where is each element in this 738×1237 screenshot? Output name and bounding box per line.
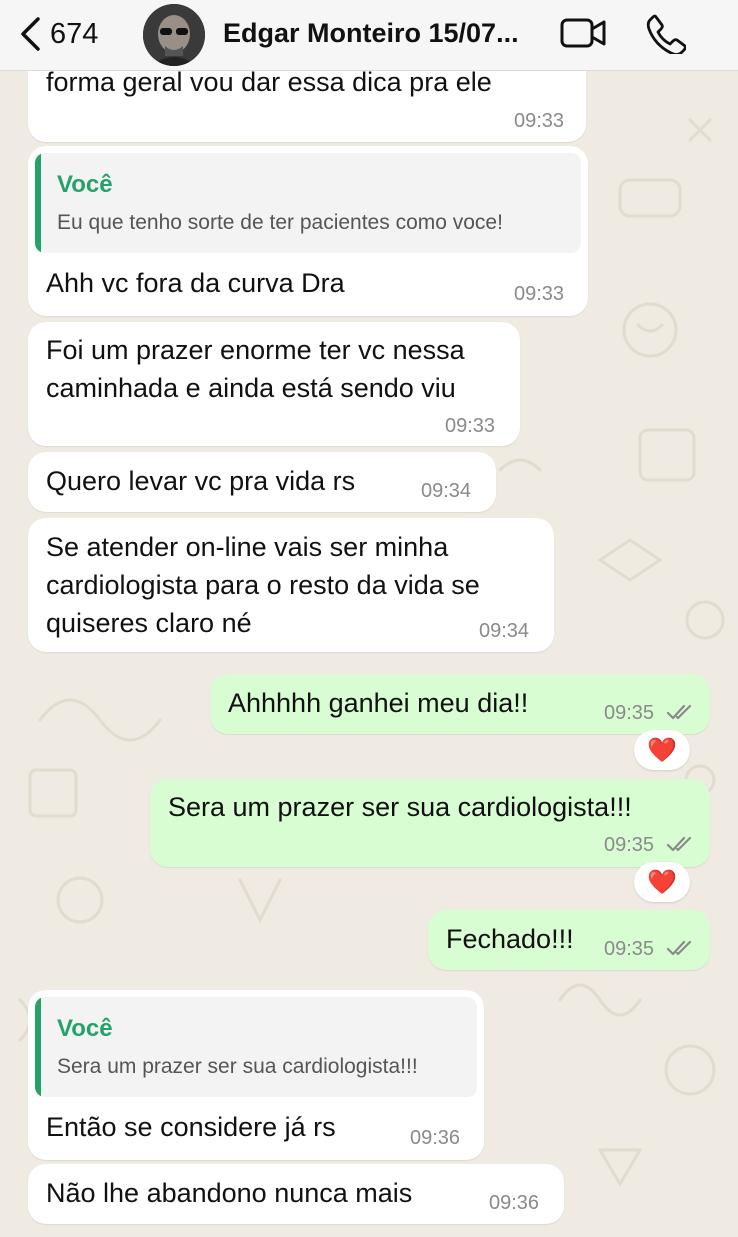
quoted-message[interactable]: Você Sera um prazer ser sua cardiologist…: [35, 997, 477, 1097]
message-text: Sera um prazer ser sua cardiologista!!!: [168, 792, 632, 822]
message-text-line: cardiologista para o resto da vida se: [46, 570, 480, 600]
message-time: 09:35: [604, 938, 655, 960]
video-call-button[interactable]: [560, 18, 606, 53]
message-time: 09:36: [410, 1127, 461, 1149]
message-time: 09:35: [604, 702, 655, 724]
message-text-line: Foi um prazer enorme ter vc nessa: [46, 335, 465, 365]
quote-text: Sera um prazer ser sua cardiologista!!!: [57, 1055, 418, 1078]
message-incoming[interactable]: Se atender on-line vais ser minha cardio…: [28, 518, 554, 652]
quote-accent-bar: [35, 153, 41, 253]
message-time: 09:33: [445, 415, 496, 437]
message-outgoing[interactable]: Sera um prazer ser sua cardiologista!!! …: [150, 779, 710, 867]
quote-author: Você: [57, 1015, 113, 1042]
message-text-line: Se atender on-line vais ser minha: [46, 532, 449, 562]
message-incoming[interactable]: Não lhe abandono nunca mais 09:36: [28, 1164, 564, 1224]
message-incoming[interactable]: Foi um prazer enorme ter vc nessa caminh…: [28, 322, 520, 446]
quote-accent-bar: [35, 997, 41, 1097]
voice-call-button[interactable]: [646, 14, 687, 59]
message-time: 09:33: [514, 283, 565, 305]
message-text: Ahhhhh ganhei meu dia!!: [228, 688, 529, 718]
read-ticks-icon: [666, 940, 692, 956]
video-camera-icon: [560, 18, 606, 48]
reaction-badge[interactable]: ❤️: [634, 730, 690, 770]
message-outgoing[interactable]: Ahhhhh ganhei meu dia!! 09:35: [210, 674, 710, 734]
contact-name[interactable]: Edgar Monteiro 15/07...: [223, 18, 533, 49]
heart-reaction-icon: ❤️: [647, 868, 677, 896]
message-time: 09:36: [489, 1192, 540, 1214]
read-ticks-icon: [666, 704, 692, 720]
message-text-line: quiseres claro né: [46, 608, 252, 638]
message-time: 09:33: [514, 110, 565, 132]
message-text: Fechado!!!: [446, 924, 574, 954]
message-time: 09:34: [421, 480, 472, 502]
message-text-line: caminhada e ainda está sendo viu: [46, 373, 456, 403]
message-incoming-reply[interactable]: Você Eu que tenho sorte de ter pacientes…: [28, 146, 588, 316]
message-text: Não lhe abandono nunca mais: [46, 1178, 413, 1208]
unread-count: 674: [50, 17, 99, 50]
message-text: Ahh vc fora da curva Dra: [46, 268, 345, 298]
message-incoming-reply[interactable]: Você Sera um prazer ser sua cardiologist…: [28, 990, 484, 1160]
avatar[interactable]: [143, 4, 205, 66]
message-text: Quero levar vc pra vida rs: [46, 466, 356, 496]
avatar-photo: [143, 4, 205, 66]
quote-text: Eu que tenho sorte de ter pacientes como…: [57, 211, 503, 234]
message-incoming[interactable]: Quero levar vc pra vida rs 09:34: [28, 452, 496, 512]
message-outgoing[interactable]: Fechado!!! 09:35: [428, 910, 710, 970]
back-button[interactable]: 674: [18, 14, 98, 54]
message-time: 09:34: [479, 620, 530, 642]
message-text: Então se considere já rs: [46, 1112, 336, 1142]
quoted-message[interactable]: Você Eu que tenho sorte de ter pacientes…: [35, 153, 581, 253]
chat-header: 674 Edgar Monteiro 15/07...: [0, 0, 738, 71]
reaction-badge[interactable]: ❤️: [634, 862, 690, 902]
message-time: 09:35: [604, 834, 655, 856]
chevron-left-icon: [21, 17, 40, 51]
heart-reaction-icon: ❤️: [647, 736, 677, 764]
phone-icon: [646, 14, 687, 56]
quote-author: Você: [57, 171, 113, 198]
read-ticks-icon: [666, 836, 692, 852]
